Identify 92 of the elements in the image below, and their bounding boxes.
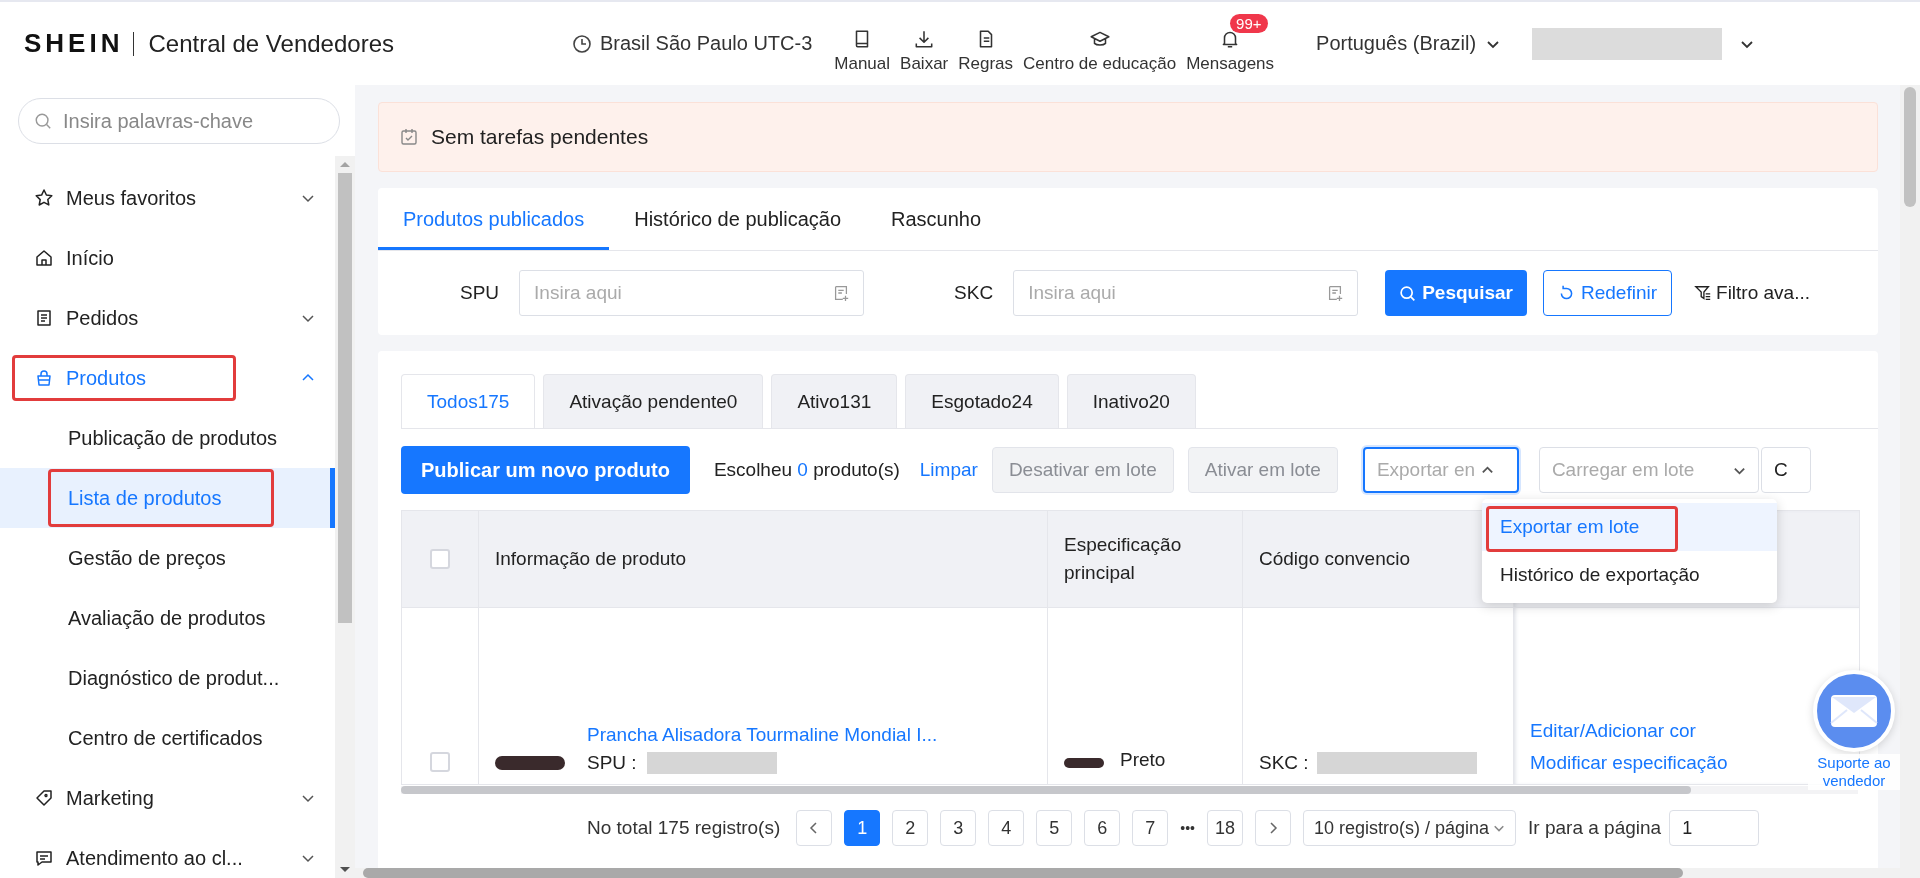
keyword-search-field[interactable]: Insira palavras-chave — [18, 98, 340, 144]
jump-label: Ir para a página — [1528, 817, 1662, 839]
sidebar-item[interactable]: Marketing — [0, 768, 335, 828]
status-tab[interactable]: Inativo20 — [1066, 374, 1196, 428]
sidebar-subitem[interactable]: Avaliação de produtos — [0, 588, 335, 648]
input-field[interactable]: Insira aqui — [519, 270, 865, 316]
field-label: SKC — [954, 282, 994, 304]
product-thumbnail-placeholder — [1064, 758, 1104, 768]
tab[interactable]: Histórico de publicação — [609, 188, 866, 250]
note-add-icon — [1326, 284, 1345, 302]
notification-badge: 99+ — [1230, 13, 1268, 33]
shopping-bag-icon — [34, 368, 54, 388]
sidebar-item[interactable]: Produtos — [0, 348, 335, 408]
sidebar-item[interactable]: Meus favoritos — [0, 168, 335, 228]
dropdown-option[interactable]: Exportar em lote — [1482, 503, 1777, 551]
column-header: Informação de produto — [495, 548, 687, 570]
logo: SHEIN — [24, 28, 124, 59]
page-button[interactable]: 1 — [844, 810, 881, 846]
next-page-button[interactable] — [1254, 810, 1291, 846]
document-icon — [34, 308, 54, 328]
app-title: Central de Vendedores — [148, 29, 394, 58]
status-tab[interactable]: Esgotado24 — [905, 374, 1059, 428]
sidebar-subitem[interactable]: Diagnóstico de produt... — [0, 648, 335, 708]
nav-item[interactable]: Mensagens 99+ — [1186, 13, 1275, 74]
skc-label: SKC : — [1259, 752, 1309, 774]
page-button[interactable]: 3 — [940, 810, 977, 846]
action-link[interactable]: Modificar especificação — [1530, 752, 1728, 774]
sidebar-subitem[interactable]: Lista de produtos — [0, 468, 335, 528]
tab[interactable]: Rascunho — [866, 188, 1007, 250]
star-icon — [34, 188, 54, 208]
sidebar-subitem[interactable]: Gestão de preços — [0, 528, 335, 588]
checkbox[interactable] — [430, 752, 450, 772]
language-selector[interactable]: Português (Brazil) — [1316, 32, 1501, 55]
action-link[interactable]: Editar/Adicionar cor — [1530, 720, 1696, 742]
dropdown-option[interactable]: Histórico de exportação — [1482, 551, 1777, 599]
page-size-select[interactable]: 10 registro(s) / página — [1302, 810, 1517, 846]
status-tab[interactable]: Ativo131 — [771, 374, 898, 428]
search-icon — [1399, 284, 1417, 302]
input-field[interactable]: Insira aqui — [1013, 270, 1359, 316]
clear-link[interactable]: Limpar — [919, 459, 978, 481]
page-button[interactable]: 18 — [1206, 810, 1243, 846]
house-icon — [34, 248, 54, 268]
sidebar-item[interactable]: Atendimento ao cl... — [0, 828, 335, 878]
seller-support-button[interactable]: Suporte ao vendedor — [1808, 670, 1900, 790]
tab[interactable]: Produtos publicados — [378, 188, 610, 250]
page-button[interactable]: 7 — [1132, 810, 1169, 846]
toolbar-button[interactable]: C — [1760, 447, 1811, 493]
search-icon — [34, 112, 52, 130]
sidebar-item[interactable]: Início — [0, 228, 335, 288]
page-number-field[interactable]: 1 — [1669, 810, 1760, 846]
scrollbar[interactable] — [335, 156, 355, 878]
nav-item[interactable]: Baixar — [900, 27, 949, 74]
nav-item[interactable]: Regras — [958, 27, 1014, 74]
nav-item[interactable]: Centro de educação — [1023, 27, 1177, 74]
status-tab[interactable]: Todos175 — [401, 374, 536, 428]
sidebar-subitem[interactable]: Centro de certificados — [0, 708, 335, 768]
spu-label: SPU : — [587, 752, 637, 774]
clock-icon — [572, 33, 592, 54]
checkbox[interactable] — [430, 549, 450, 569]
filter-icon — [1694, 284, 1713, 302]
page-button[interactable]: 5 — [1036, 810, 1073, 846]
page-ellipsis: ••• — [1180, 820, 1195, 836]
calendar-check-icon — [399, 127, 419, 147]
note-add-icon — [832, 284, 851, 302]
column-header: Especificação principal — [1064, 533, 1183, 585]
alert-text: Sem tarefas pendentes — [431, 125, 649, 149]
page-scrollbar[interactable] — [1900, 85, 1920, 878]
advanced-filter-button[interactable]: Filtro ava... — [1694, 282, 1810, 304]
sidebar-item[interactable]: Pedidos — [0, 288, 335, 348]
support-label: Suporte ao vendedor — [1808, 754, 1900, 790]
field-label: SPU — [460, 282, 500, 304]
product-photo-placeholder — [495, 756, 565, 770]
reset-icon — [1558, 284, 1575, 302]
status-tab[interactable]: Ativação pendente0 — [543, 374, 764, 428]
product-title-link[interactable]: Prancha Alisadora Tourmaline Mondial I... — [587, 724, 938, 746]
spec-value: Preto — [1120, 748, 1166, 773]
selection-count-text: Escolheu 0 produto(s) — [713, 459, 900, 481]
previous-page-button[interactable] — [796, 810, 833, 846]
page-button[interactable]: 4 — [988, 810, 1025, 846]
sidebar-subitem[interactable]: Publicação de produtos — [0, 408, 335, 468]
column-header: Código convencio — [1259, 548, 1411, 570]
nav-item[interactable]: Manual — [834, 27, 891, 74]
search-button[interactable]: Pesquisar — [1385, 270, 1527, 316]
timezone-label: Brasil São Paulo UTC-3 — [600, 32, 813, 55]
page-button[interactable]: 2 — [892, 810, 929, 846]
chat-icon — [34, 848, 54, 868]
total-records-text: No total 175 registro(s) — [587, 817, 781, 839]
page-button[interactable]: 6 — [1084, 810, 1121, 846]
table-scrollbar[interactable] — [401, 786, 1858, 794]
reset-button[interactable]: Redefinir — [1543, 270, 1673, 316]
tag-icon — [34, 788, 54, 808]
publish-product-button[interactable]: Publicar um novo produto — [401, 446, 690, 494]
